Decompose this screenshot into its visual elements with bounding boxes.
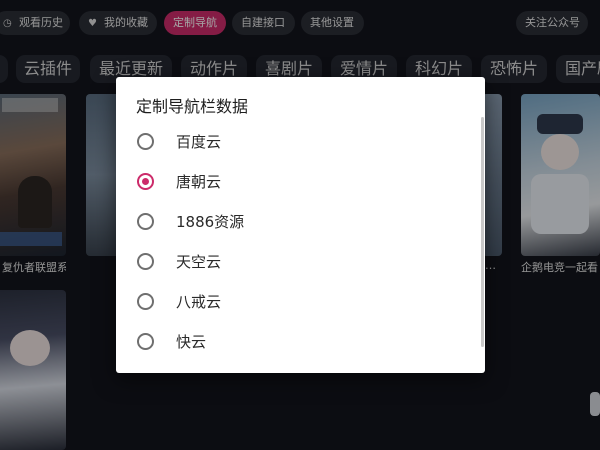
radio-dot — [142, 178, 149, 185]
option-baiduyun[interactable]: 百度云 — [116, 121, 485, 161]
option-label: 快云 — [176, 333, 207, 351]
option-list[interactable]: 百度云 唐朝云 1886资源 天空云 八戒云 快云 — [116, 119, 485, 373]
option-partial[interactable] — [116, 361, 485, 373]
option-label: 唐朝云 — [176, 173, 222, 191]
option-label: 1886资源 — [176, 213, 245, 231]
dialog-title: 定制导航栏数据 — [136, 97, 249, 116]
option-tangchaoyun[interactable]: 唐朝云 — [116, 161, 485, 201]
option-tiankongyun[interactable]: 天空云 — [116, 241, 485, 281]
custom-nav-dialog: 定制导航栏数据 百度云 唐朝云 1886资源 天空云 八戒云 快云 — [116, 77, 485, 373]
option-bajieyun[interactable]: 八戒云 — [116, 281, 485, 321]
radio-unchecked[interactable] — [137, 133, 154, 150]
option-1886[interactable]: 1886资源 — [116, 201, 485, 241]
option-label: 八戒云 — [176, 293, 222, 311]
dialog-scrollbar[interactable] — [481, 117, 484, 347]
option-kuaiyun[interactable]: 快云 — [116, 321, 485, 361]
option-label: 百度云 — [176, 133, 222, 151]
radio-unchecked[interactable] — [137, 333, 154, 350]
radio-unchecked[interactable] — [137, 293, 154, 310]
radio-checked[interactable] — [137, 173, 154, 190]
radio-unchecked[interactable] — [137, 213, 154, 230]
option-label: 天空云 — [176, 253, 222, 271]
radio-unchecked[interactable] — [137, 253, 154, 270]
